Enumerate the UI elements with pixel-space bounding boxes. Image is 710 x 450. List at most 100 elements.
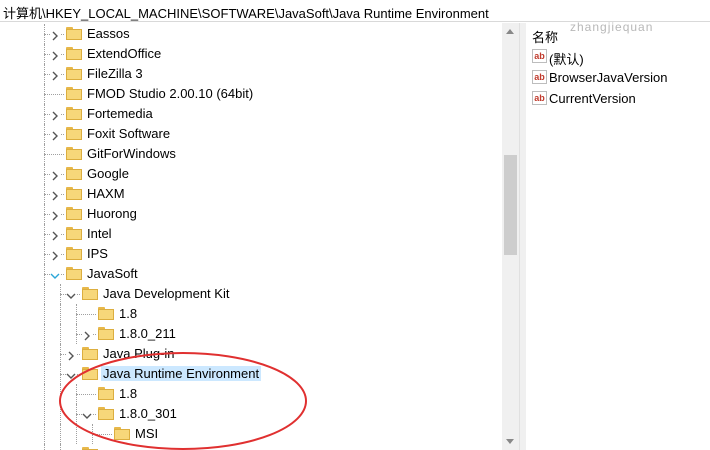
address-path: 计算机\HKEY_LOCAL_MACHINE\SOFTWARE\JavaSoft… bbox=[3, 6, 489, 21]
chevron-down-icon[interactable] bbox=[66, 289, 76, 299]
chevron-right-icon[interactable] bbox=[66, 349, 76, 361]
scroll-down-arrow-icon[interactable] bbox=[506, 439, 514, 444]
tree-guide-line bbox=[60, 304, 61, 324]
tree-node[interactable]: MSI bbox=[0, 424, 502, 444]
chevron-right-icon[interactable] bbox=[50, 209, 60, 221]
tree-node[interactable]: FileZilla 3 bbox=[0, 64, 502, 84]
tree-guide-line bbox=[44, 444, 45, 450]
tree-node[interactable]: Java Runtime Environment bbox=[0, 364, 502, 384]
tree-node[interactable]: GitForWindows bbox=[0, 144, 502, 164]
tree-node[interactable]: ExtendOffice bbox=[0, 44, 502, 64]
tree-guide-line bbox=[76, 394, 96, 395]
tree-guide-line bbox=[44, 424, 45, 444]
scroll-up-arrow-icon[interactable] bbox=[506, 29, 514, 34]
folder-icon bbox=[66, 87, 82, 100]
tree-node-label[interactable]: JavaSoft bbox=[85, 266, 140, 281]
chevron-down-icon[interactable] bbox=[82, 409, 92, 419]
tree-node-label[interactable]: 1.8.0_211 bbox=[117, 326, 178, 341]
chevron-right-icon[interactable] bbox=[82, 329, 92, 341]
tree-guide-line bbox=[76, 314, 96, 315]
tree-node[interactable]: 1.8 bbox=[0, 304, 502, 324]
tree-guide-line bbox=[60, 444, 61, 450]
tree-node-label[interactable]: Huorong bbox=[85, 206, 139, 221]
chevron-right-icon[interactable] bbox=[50, 69, 60, 81]
pane-splitter[interactable] bbox=[519, 23, 526, 450]
tree-node-label[interactable]: FileZilla 3 bbox=[85, 66, 145, 81]
tree-node[interactable]: Eassos bbox=[0, 24, 502, 44]
tree-node[interactable]: HAXM bbox=[0, 184, 502, 204]
tree-node-label[interactable]: Java Runtime Environment bbox=[101, 366, 262, 381]
chevron-right-icon[interactable] bbox=[50, 229, 60, 241]
tree-node-label[interactable]: Java Plug-in bbox=[101, 346, 177, 361]
tree-node[interactable]: Foxit Software bbox=[0, 124, 502, 144]
tree-node-label[interactable]: 1.8 bbox=[117, 386, 139, 401]
tree-node[interactable]: Intel bbox=[0, 224, 502, 244]
tree-guide-line bbox=[44, 154, 64, 155]
tree-node-label[interactable]: Intel bbox=[85, 226, 114, 241]
tree-node-label[interactable]: FMOD Studio 2.00.10 (64bit) bbox=[85, 86, 255, 101]
column-header-name[interactable]: 名称 bbox=[532, 27, 558, 46]
scroll-thumb[interactable] bbox=[504, 155, 517, 255]
tree-node[interactable]: Java Plug-in bbox=[0, 344, 502, 364]
tree-node[interactable]: Fortemedia bbox=[0, 104, 502, 124]
chevron-down-icon[interactable] bbox=[66, 369, 76, 379]
string-value-icon: ab bbox=[532, 49, 547, 63]
watermark: zhangjiequan bbox=[570, 20, 654, 34]
chevron-right-icon[interactable] bbox=[50, 109, 60, 121]
folder-icon bbox=[98, 407, 114, 420]
chevron-right-icon[interactable] bbox=[50, 129, 60, 141]
tree-node-label[interactable]: ExtendOffice bbox=[85, 46, 163, 61]
folder-icon bbox=[66, 107, 82, 120]
tree-node[interactable]: JavaSoft bbox=[0, 264, 502, 284]
tree-node[interactable]: 1.8 bbox=[0, 384, 502, 404]
tree-guide-line bbox=[44, 384, 45, 404]
tree-node-label[interactable]: Google bbox=[85, 166, 131, 181]
chevron-right-icon[interactable] bbox=[50, 29, 60, 41]
folder-icon bbox=[82, 367, 98, 380]
tree-node-label[interactable]: MSI bbox=[133, 426, 160, 441]
chevron-right-icon[interactable] bbox=[50, 169, 60, 181]
tree-node-label[interactable]: 1.8 bbox=[117, 306, 139, 321]
folder-icon bbox=[98, 307, 114, 320]
tree-node[interactable]: IPS bbox=[0, 244, 502, 264]
value-row[interactable]: ab CurrentVersion bbox=[532, 89, 708, 109]
folder-icon bbox=[66, 27, 82, 40]
tree-node[interactable]: Huorong bbox=[0, 204, 502, 224]
tree-scrollbar[interactable] bbox=[502, 23, 519, 450]
tree-node-label[interactable]: GitForWindows bbox=[85, 146, 178, 161]
folder-icon bbox=[114, 427, 130, 440]
tree-node-label[interactable]: 1.8.0_301 bbox=[117, 406, 179, 421]
tree-node[interactable] bbox=[0, 444, 502, 450]
value-row[interactable]: ab (默认) bbox=[532, 47, 708, 67]
values-pane[interactable]: 名称 ab (默认) ab BrowserJavaVersion ab CurrentVe… bbox=[526, 23, 710, 450]
tree-node-label[interactable]: IPS bbox=[85, 246, 110, 261]
chevron-right-icon[interactable] bbox=[50, 249, 60, 261]
folder-icon bbox=[66, 147, 82, 160]
tree-node-label[interactable]: Java Development Kit bbox=[101, 286, 231, 301]
tree-node-label[interactable]: Eassos bbox=[85, 26, 132, 41]
registry-key-tree[interactable]: Eassos ExtendOffice FileZilla 3 FMOD Studio… bbox=[0, 23, 502, 450]
tree-guide-line bbox=[60, 324, 61, 344]
tree-node[interactable]: 1.8.0_211 bbox=[0, 324, 502, 344]
tree-guide-line bbox=[44, 344, 45, 364]
tree-node-label[interactable]: Fortemedia bbox=[85, 106, 155, 121]
folder-icon bbox=[98, 327, 114, 340]
tree-guide-line bbox=[44, 324, 45, 344]
tree-node-label[interactable]: Foxit Software bbox=[85, 126, 172, 141]
tree-node[interactable]: 1.8.0_301 bbox=[0, 404, 502, 424]
chevron-right-icon[interactable] bbox=[50, 49, 60, 61]
tree-node-label[interactable]: HAXM bbox=[85, 186, 127, 201]
tree-guide-line bbox=[44, 364, 45, 384]
folder-icon bbox=[82, 347, 98, 360]
chevron-right-icon[interactable] bbox=[50, 189, 60, 201]
chevron-down-icon[interactable] bbox=[50, 269, 60, 279]
folder-icon bbox=[66, 207, 82, 220]
value-row[interactable]: ab BrowserJavaVersion bbox=[532, 68, 708, 88]
address-bar[interactable]: 计算机\HKEY_LOCAL_MACHINE\SOFTWARE\JavaSoft… bbox=[0, 0, 710, 22]
folder-icon bbox=[66, 267, 82, 280]
folder-icon bbox=[66, 47, 82, 60]
tree-node[interactable]: Java Development Kit bbox=[0, 284, 502, 304]
tree-node[interactable]: Google bbox=[0, 164, 502, 184]
tree-guide-line bbox=[44, 284, 45, 304]
tree-node[interactable]: FMOD Studio 2.00.10 (64bit) bbox=[0, 84, 502, 104]
